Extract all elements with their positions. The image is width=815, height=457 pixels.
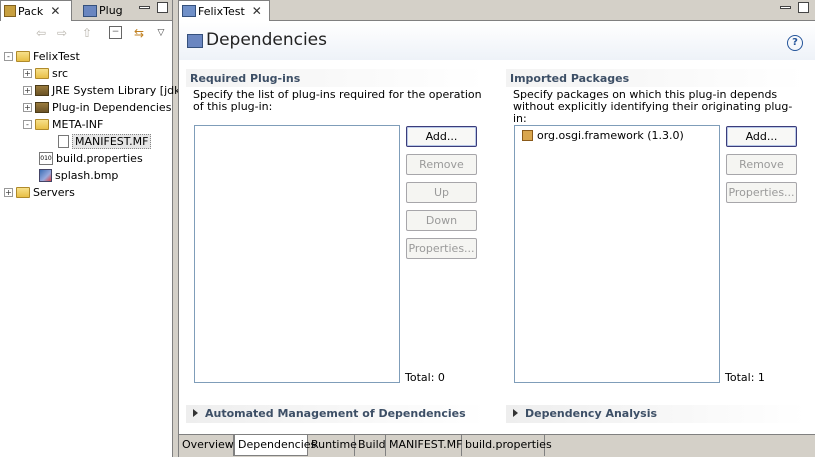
- tree-item-servers[interactable]: + Servers: [4, 184, 75, 201]
- section-title: Required Plug-ins: [190, 72, 301, 85]
- expand-icon[interactable]: +: [23, 69, 32, 78]
- remove-required-plugin-button[interactable]: Remove: [406, 154, 477, 175]
- imported-total: Total: 1: [725, 371, 765, 384]
- help-icon[interactable]: ?: [787, 35, 803, 51]
- page-title: Dependencies: [206, 30, 327, 50]
- maximize-icon[interactable]: [157, 2, 168, 13]
- close-icon[interactable]: ✕: [50, 4, 60, 18]
- tab-package-explorer[interactable]: Pack ✕: [0, 0, 72, 21]
- move-down-button[interactable]: Down: [406, 210, 477, 231]
- image-file-icon: [39, 169, 52, 182]
- required-total: Total: 0: [405, 371, 445, 384]
- editor-tabbar: FelixTest ✕: [178, 0, 815, 21]
- tree-item-label: Plug-in Dependencies: [52, 101, 172, 114]
- package-explorer-icon: [4, 5, 16, 17]
- required-properties-button[interactable]: Properties...: [406, 238, 477, 259]
- minimize-icon[interactable]: [780, 6, 791, 9]
- folder-icon: [35, 119, 49, 130]
- tab-overview[interactable]: Overview: [179, 435, 234, 456]
- collapse-icon[interactable]: -: [23, 120, 32, 129]
- forward-icon[interactable]: ⇨: [55, 26, 69, 40]
- imported-properties-button[interactable]: Properties...: [726, 182, 797, 203]
- section-title: Automated Management of Dependencies: [205, 407, 466, 420]
- source-folder-icon: [35, 68, 49, 79]
- section-description: Specify the list of plug-ins required fo…: [193, 88, 482, 113]
- tab-felixtest-editor[interactable]: FelixTest ✕: [178, 0, 270, 21]
- tree-item-label: MANIFEST.MF: [72, 134, 152, 149]
- tree-item-meta-inf[interactable]: - META-INF: [23, 116, 103, 133]
- tree-item-src[interactable]: + src: [23, 65, 68, 82]
- tree-item-build-properties[interactable]: 010 build.properties: [39, 150, 143, 167]
- tree-item-felixtest[interactable]: - FelixTest: [4, 48, 80, 65]
- list-item-label: org.osgi.framework (1.3.0): [537, 129, 684, 142]
- tab-runtime[interactable]: Runtime: [308, 435, 357, 456]
- project-icon: [16, 51, 30, 62]
- tab-plugins-label: Plug: [99, 4, 123, 17]
- move-up-button[interactable]: Up: [406, 182, 477, 203]
- add-imported-package-button[interactable]: Add...: [726, 126, 797, 147]
- required-plugins-list[interactable]: [194, 125, 400, 383]
- tree-item-label: META-INF: [52, 118, 104, 131]
- dependencies-icon: [187, 34, 203, 48]
- imported-packages-list[interactable]: org.osgi.framework (1.3.0): [514, 125, 720, 383]
- expand-icon[interactable]: +: [23, 103, 32, 112]
- collapse-icon[interactable]: -: [4, 52, 13, 61]
- dependency-analysis-section[interactable]: Dependency Analysis: [506, 405, 806, 423]
- tab-manifest[interactable]: MANIFEST.MF: [386, 435, 462, 456]
- section-title: Dependency Analysis: [525, 407, 658, 420]
- library-icon: [35, 85, 49, 96]
- section-description: Specify packages on which this plug-in d…: [513, 88, 793, 125]
- plugin-manifest-icon: [182, 5, 196, 17]
- maximize-icon[interactable]: [798, 2, 809, 13]
- manifest-file-icon: [58, 135, 69, 148]
- tree-item-label: FelixTest: [33, 50, 80, 63]
- tree-item-manifest[interactable]: MANIFEST.MF: [58, 133, 152, 150]
- remove-imported-package-button[interactable]: Remove: [726, 154, 797, 175]
- editor-page-tabs: Overview Dependencies Runtime Build MANI…: [179, 434, 815, 457]
- tab-dependencies[interactable]: Dependencies: [234, 435, 316, 456]
- tab-build[interactable]: Build: [355, 435, 386, 456]
- tab-plugins[interactable]: Plug: [80, 0, 132, 21]
- add-required-plugin-button[interactable]: Add...: [406, 126, 477, 147]
- list-item[interactable]: org.osgi.framework (1.3.0): [522, 129, 684, 142]
- form-header: Dependencies ?: [179, 22, 815, 60]
- tree-item-jre-library[interactable]: + JRE System Library [jdk: [23, 82, 181, 99]
- left-view-tabbar: Pack ✕ Plug: [0, 0, 172, 21]
- library-icon: [35, 102, 49, 113]
- editor-tab-label: FelixTest: [198, 4, 245, 18]
- tree-item-splash-bmp[interactable]: splash.bmp: [39, 167, 118, 184]
- expand-triangle-icon[interactable]: [513, 409, 518, 417]
- tree-item-label: Servers: [33, 186, 75, 199]
- expand-triangle-icon[interactable]: [193, 409, 198, 417]
- link-with-editor-icon[interactable]: ⇆: [132, 26, 146, 40]
- view-menu-icon[interactable]: ▽: [154, 26, 168, 40]
- properties-file-icon: 010: [39, 152, 53, 165]
- automated-management-section[interactable]: Automated Management of Dependencies: [186, 405, 486, 423]
- section-title: Imported Packages: [510, 72, 630, 85]
- section-header: Imported Packages: [506, 69, 806, 87]
- project-icon: [16, 187, 30, 198]
- tab-package-explorer-label: Pack: [18, 4, 44, 18]
- left-view-toolbar: ⇦ ⇨ ⇧ − ⇆ ▽: [0, 22, 172, 44]
- tree-item-label: src: [52, 67, 69, 80]
- minimize-icon[interactable]: [139, 6, 150, 9]
- collapse-all-icon[interactable]: −: [109, 26, 122, 39]
- tab-build-properties[interactable]: build.properties: [462, 435, 552, 456]
- expand-icon[interactable]: +: [23, 86, 32, 95]
- section-header: Required Plug-ins: [186, 69, 486, 87]
- close-icon[interactable]: ✕: [252, 4, 262, 18]
- expand-icon[interactable]: +: [4, 188, 13, 197]
- up-icon[interactable]: ⇧: [80, 26, 94, 40]
- tree-item-label: JRE System Library [jdk: [52, 84, 181, 97]
- package-icon: [522, 130, 533, 141]
- tree-item-label: splash.bmp: [55, 169, 119, 182]
- tree-item-plugin-dependencies[interactable]: + Plug-in Dependencies: [23, 99, 171, 116]
- back-icon[interactable]: ⇦: [34, 26, 48, 40]
- plugins-icon: [83, 4, 97, 17]
- tree-item-label: build.properties: [56, 152, 143, 165]
